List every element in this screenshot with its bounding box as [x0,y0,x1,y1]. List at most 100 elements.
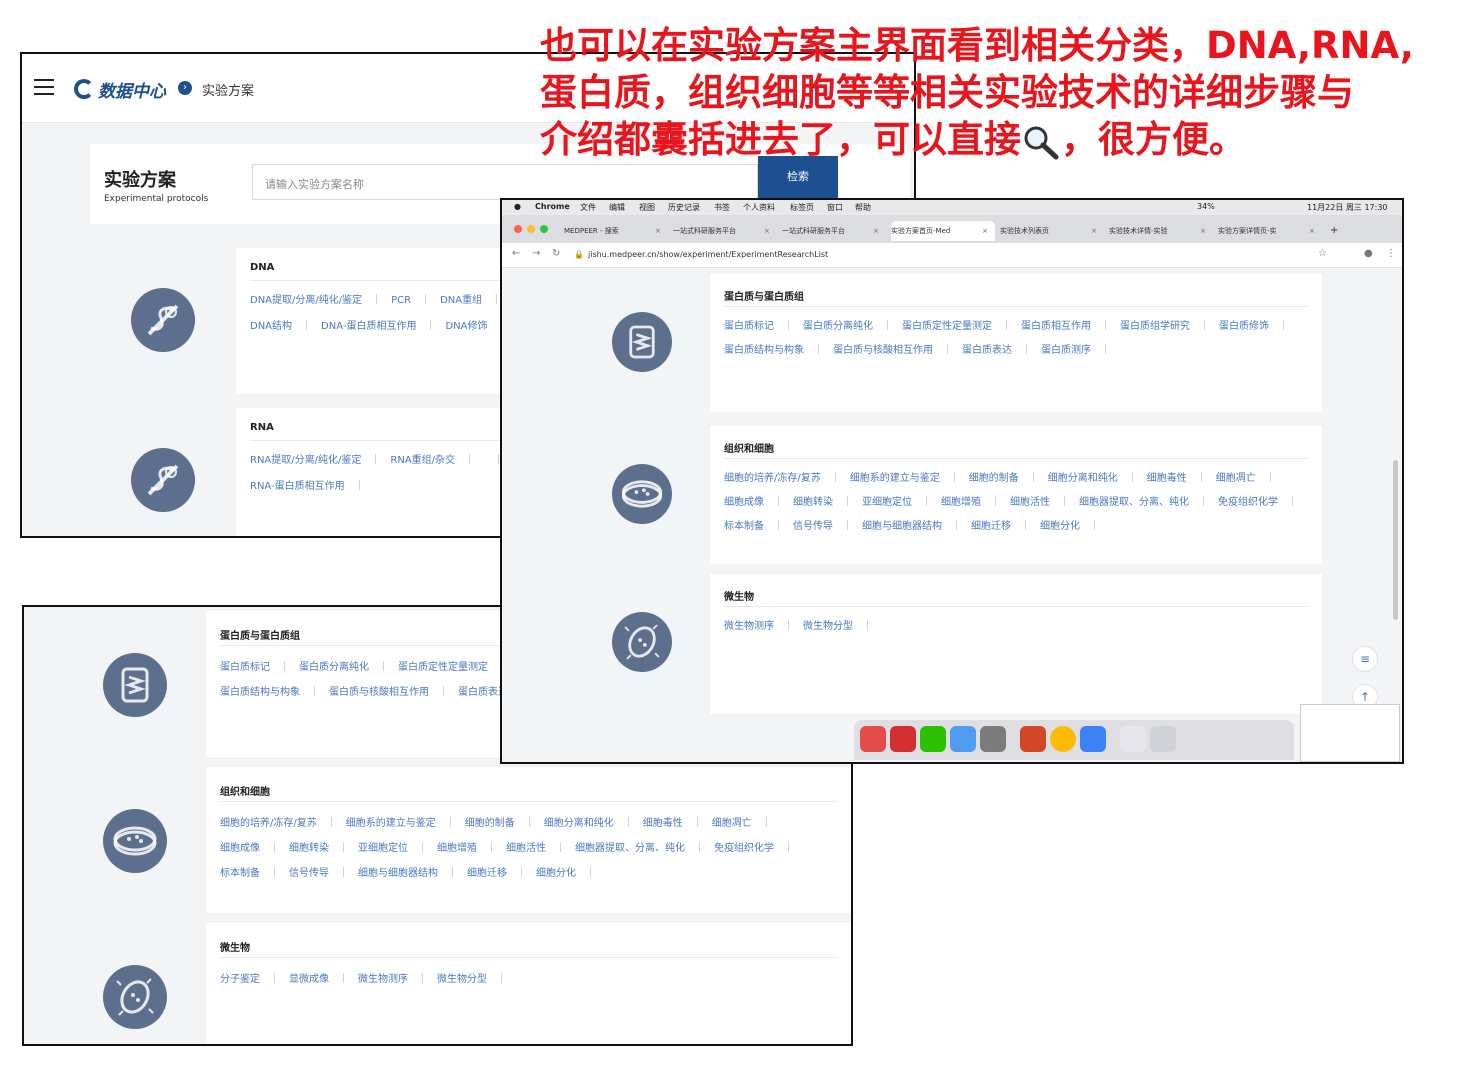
search-input[interactable]: 请输入实验方案名称 [252,164,758,200]
category-link[interactable]: 细胞的培养/冻存/复苏 [220,814,317,829]
category-link[interactable]: 细胞的培养/冻存/复苏 [724,469,821,484]
chrome-icon[interactable] [1050,726,1076,752]
category-link[interactable]: 细胞成像 [220,839,260,854]
maximize-window-icon[interactable] [540,225,548,233]
category-link[interactable]: 显微成像 [289,970,329,985]
category-link[interactable]: 细胞与细胞器结构 [862,517,942,532]
close-tab-icon[interactable]: × [1309,227,1315,235]
browser-tab[interactable]: 实验方案详情页-实 × [1218,221,1322,241]
category-link[interactable]: 蛋白质修饰 [1219,317,1269,332]
category-link[interactable]: 免疫组织化学 [1218,493,1278,508]
category-link[interactable]: 蛋白质标记 [220,658,270,673]
category-link[interactable]: 细胞毒性 [643,814,683,829]
browser-tab[interactable]: 实验方案首页-Med × [891,221,995,241]
bookmark-star-icon[interactable]: ☆ [1318,248,1327,259]
category-link[interactable]: 蛋白质结构与构象 [220,683,300,698]
category-link[interactable]: 细胞分离和纯化 [544,814,614,829]
menu-profile[interactable]: 个人资料 [743,202,775,213]
close-tab-icon[interactable]: × [655,227,661,235]
app-icon[interactable] [1120,726,1146,752]
close-tab-icon[interactable]: × [764,227,770,235]
category-link[interactable]: 细胞与细胞器结构 [358,864,438,879]
category-link[interactable]: 分子鉴定 [220,970,260,985]
app-name[interactable]: Chrome [535,202,570,211]
category-link[interactable]: 细胞器提取、分离、纯化 [575,839,685,854]
category-link[interactable]: DNA修饰 [445,317,487,332]
screenshot-thumbnail[interactable] [1300,704,1400,762]
scrollbar[interactable] [1393,460,1398,620]
category-link[interactable]: 细胞成像 [724,493,764,508]
trash-icon[interactable] [1150,726,1176,752]
forward-icon[interactable]: → [532,248,540,259]
wechat-icon[interactable] [920,726,946,752]
category-link[interactable]: DNA重组 [440,291,482,306]
more-menu-icon[interactable]: ⋮ [1386,248,1396,259]
category-link[interactable]: 微生物分型 [803,617,853,632]
category-link[interactable]: 细胞转染 [793,493,833,508]
category-link[interactable]: 微生物测序 [358,970,408,985]
category-link[interactable]: 细胞迁移 [971,517,1011,532]
menu-file[interactable]: 文件 [580,202,596,213]
category-link[interactable]: DNA结构 [250,317,292,332]
breadcrumb[interactable]: 实验方案 [202,80,254,99]
category-link[interactable]: 蛋白质与核酸相互作用 [329,683,429,698]
category-link[interactable]: 亚细胞定位 [862,493,912,508]
category-link[interactable]: DNA-蛋白质相互作用 [321,317,416,332]
category-link[interactable]: RNA-蛋白质相互作用 [250,477,345,492]
menu-help[interactable]: 帮助 [855,202,871,213]
menu-bookmarks[interactable]: 书签 [714,202,730,213]
category-link[interactable]: 细胞的制备 [969,469,1019,484]
close-tab-icon[interactable]: × [873,227,879,235]
menu-view[interactable]: 视图 [639,202,655,213]
category-link[interactable]: 蛋白质定性定量测定 [902,317,992,332]
battery-status[interactable]: 34% [1197,202,1215,211]
settings-icon[interactable] [980,726,1006,752]
category-link[interactable]: 细胞分离和纯化 [1048,469,1118,484]
category-link[interactable]: 细胞分化 [1040,517,1080,532]
menu-icon[interactable] [34,79,54,95]
category-link[interactable]: DNA提取/分离/纯化/鉴定 [250,291,362,306]
close-tab-icon[interactable]: × [1091,227,1097,235]
category-link[interactable]: 信号传导 [793,517,833,532]
category-link[interactable]: 蛋白质与核酸相互作用 [833,341,933,356]
category-link[interactable]: 细胞凋亡 [1216,469,1256,484]
profile-icon[interactable]: ● [1364,248,1373,259]
category-link[interactable]: 蛋白质组学研究 [1120,317,1190,332]
browser-tab[interactable]: MEDPEER - 搜索 × [564,221,668,241]
category-link[interactable]: 标本制备 [220,864,260,879]
category-link[interactable]: 细胞分化 [536,864,576,879]
category-link[interactable]: 细胞凋亡 [712,814,752,829]
category-link[interactable]: 蛋白质表达 [962,341,1012,356]
category-link[interactable]: 信号传导 [289,864,329,879]
browser-tab[interactable]: 实验技术列表页 × [1000,221,1104,241]
app-icon[interactable] [890,726,916,752]
close-window-icon[interactable] [514,225,522,233]
menu-window[interactable]: 窗口 [827,202,843,213]
close-tab-icon[interactable]: × [982,227,988,235]
menu-history[interactable]: 历史记录 [668,202,700,213]
category-link[interactable]: 细胞毒性 [1147,469,1187,484]
category-link[interactable]: 蛋白质分离纯化 [803,317,873,332]
category-link[interactable]: 蛋白质相互作用 [1021,317,1091,332]
category-link[interactable]: 蛋白质定性定量测定 [398,658,488,673]
app-icon[interactable] [1020,726,1046,752]
app-icon[interactable] [1080,726,1106,752]
category-link[interactable]: RNA重组/杂交 [390,451,455,466]
category-link[interactable]: 亚细胞定位 [358,839,408,854]
category-link[interactable]: 细胞增殖 [941,493,981,508]
logo-text[interactable]: 数据中心 [98,77,166,102]
menu-edit[interactable]: 编辑 [609,202,625,213]
category-link[interactable]: 细胞迁移 [467,864,507,879]
category-link[interactable]: 细胞系的建立与鉴定 [346,814,436,829]
browser-tab[interactable]: 一站式科研服务平台 × [673,221,777,241]
category-link[interactable]: 微生物分型 [437,970,487,985]
category-link[interactable]: 细胞的制备 [465,814,515,829]
new-tab-button[interactable]: + [1330,221,1344,241]
clock[interactable]: 11月22日 周三 17:30 [1307,202,1388,213]
category-link[interactable]: PCR [391,295,411,306]
app-icon[interactable] [950,726,976,752]
browser-tab[interactable]: 一站式科研服务平台 × [782,221,886,241]
browser-tab[interactable]: 实验技术详情-实验 × [1109,221,1213,241]
category-link[interactable]: 蛋白质标记 [724,317,774,332]
category-link[interactable]: 标本制备 [724,517,764,532]
